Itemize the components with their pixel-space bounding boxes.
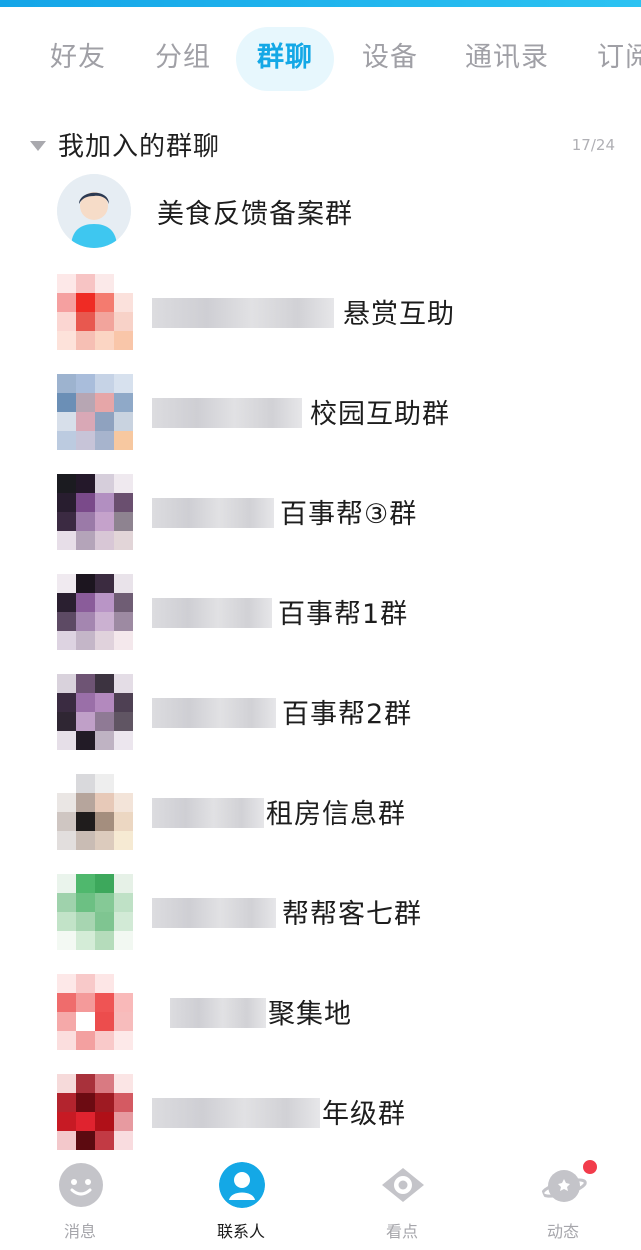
notification-badge xyxy=(581,1158,599,1176)
tab-address-book[interactable]: 通讯录 xyxy=(465,37,549,79)
list-item[interactable]: 聚集地 xyxy=(0,960,641,1060)
list-item[interactable]: 美食反馈备案群 xyxy=(0,160,641,260)
avatar xyxy=(57,174,131,248)
pixelated-avatar xyxy=(57,1074,133,1150)
tab-subscriptions[interactable]: 订阅 xyxy=(597,37,641,79)
contacts-icon xyxy=(219,1162,265,1208)
nav-label: 看点 xyxy=(385,1222,418,1241)
pixelated-avatar xyxy=(57,874,133,950)
group-name: 百事帮1群 xyxy=(278,599,409,630)
tab-bar: 好友 分组 群聊 设备 通讯录 订阅 xyxy=(0,7,641,107)
nav-label: 动态 xyxy=(546,1222,579,1241)
group-name: 百事帮③群 xyxy=(280,499,418,530)
eye-icon xyxy=(382,1168,424,1202)
collapse-triangle-icon[interactable] xyxy=(30,141,46,151)
nav-discover[interactable]: 看点 xyxy=(352,1162,452,1250)
group-name: 悬赏互助 xyxy=(343,299,455,330)
redacted-text xyxy=(152,398,302,428)
group-name: 美食反馈备案群 xyxy=(157,199,353,230)
list-item[interactable]: 悬赏互助 xyxy=(0,260,641,360)
tab-groups-by-category[interactable]: 分组 xyxy=(155,37,211,79)
redacted-text xyxy=(152,598,272,628)
group-name: 校园互助群 xyxy=(310,399,450,430)
tab-devices[interactable]: 设备 xyxy=(362,37,418,79)
pixelated-avatar xyxy=(57,674,133,750)
group-name: 年级群 xyxy=(322,1099,406,1130)
list-item[interactable]: 百事帮③群 xyxy=(0,460,641,560)
messages-icon xyxy=(59,1163,103,1207)
pixelated-avatar xyxy=(57,774,133,850)
nav-contacts[interactable]: 联系人 xyxy=(191,1162,291,1250)
list-item[interactable]: 百事帮2群 xyxy=(0,660,641,760)
list-item[interactable]: 年级群 xyxy=(0,1060,641,1160)
group-name: 帮帮客七群 xyxy=(282,899,422,930)
planet-icon xyxy=(541,1170,587,1202)
top-accent-bar xyxy=(0,0,641,7)
redacted-text xyxy=(152,898,276,928)
tab-group-chats[interactable]: 群聊 xyxy=(257,37,313,79)
bottom-navigation: 消息 联系人 看点 动态 xyxy=(0,1152,641,1250)
group-name: 租房信息群 xyxy=(266,799,406,830)
redacted-text xyxy=(152,498,274,528)
pixelated-avatar xyxy=(57,474,133,550)
redacted-text xyxy=(152,798,264,828)
list-item[interactable]: 帮帮客七群 xyxy=(0,860,641,960)
redacted-text xyxy=(152,298,334,328)
list-item[interactable]: 百事帮1群 xyxy=(0,560,641,660)
pixelated-avatar xyxy=(57,974,133,1050)
list-item[interactable]: 校园互助群 xyxy=(0,360,641,460)
nav-feed[interactable]: 动态 xyxy=(513,1158,613,1250)
nav-messages[interactable]: 消息 xyxy=(30,1162,130,1250)
group-count: 17/24 xyxy=(571,136,615,154)
group-name: 百事帮2群 xyxy=(282,699,413,730)
redacted-text xyxy=(152,698,276,728)
pixelated-avatar xyxy=(57,274,133,350)
list-item[interactable]: 租房信息群 xyxy=(0,760,641,860)
tab-friends[interactable]: 好友 xyxy=(50,37,106,79)
redacted-text xyxy=(152,1098,320,1128)
nav-label: 联系人 xyxy=(216,1222,265,1241)
pixelated-avatar xyxy=(57,574,133,650)
redacted-text xyxy=(170,998,266,1028)
default-person-icon xyxy=(57,174,131,248)
nav-label: 消息 xyxy=(63,1222,96,1241)
pixelated-avatar xyxy=(57,374,133,450)
group-section-title: 我加入的群聊 xyxy=(58,132,221,162)
group-name: 聚集地 xyxy=(268,999,352,1030)
